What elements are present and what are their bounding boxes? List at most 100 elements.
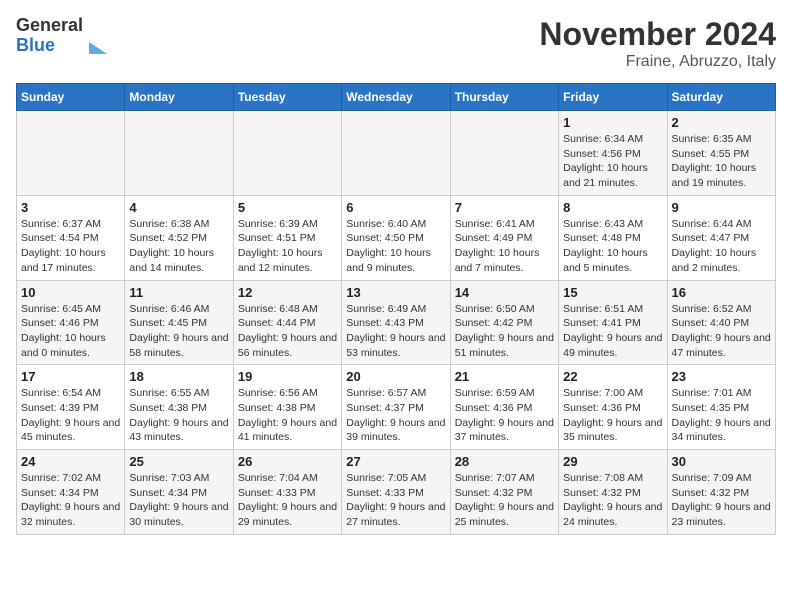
calendar-cell: 10 Sunrise: 6:45 AM Sunset: 4:46 PM Dayli… xyxy=(17,280,125,365)
day-info: Sunrise: 6:50 AM Sunset: 4:42 PM Dayligh… xyxy=(455,302,554,361)
logo-text-block: General Blue xyxy=(16,16,83,56)
day-info: Sunrise: 6:41 AM Sunset: 4:49 PM Dayligh… xyxy=(455,217,554,276)
calendar-cell: 22 Sunrise: 7:00 AM Sunset: 4:36 PM Dayli… xyxy=(559,365,667,450)
day-number: 23 xyxy=(672,369,771,384)
day-number: 8 xyxy=(563,200,662,215)
calendar-cell: 30 Sunrise: 7:09 AM Sunset: 4:32 PM Dayli… xyxy=(667,450,775,535)
page-title: November 2024 xyxy=(539,16,776,53)
logo: General Blue xyxy=(16,16,107,56)
day-number: 6 xyxy=(346,200,445,215)
day-info: Sunrise: 7:08 AM Sunset: 4:32 PM Dayligh… xyxy=(563,471,662,530)
day-info: Sunrise: 6:37 AM Sunset: 4:54 PM Dayligh… xyxy=(21,217,120,276)
calendar-cell: 28 Sunrise: 7:07 AM Sunset: 4:32 PM Dayli… xyxy=(450,450,558,535)
column-header-thursday: Thursday xyxy=(450,84,558,111)
day-number: 9 xyxy=(672,200,771,215)
calendar-header: SundayMondayTuesdayWednesdayThursdayFrid… xyxy=(17,84,776,111)
calendar-cell xyxy=(450,111,558,196)
logo-blue: Blue xyxy=(16,36,83,56)
calendar-week-4: 17 Sunrise: 6:54 AM Sunset: 4:39 PM Dayli… xyxy=(17,365,776,450)
calendar-cell: 3 Sunrise: 6:37 AM Sunset: 4:54 PM Daylig… xyxy=(17,195,125,280)
day-number: 4 xyxy=(129,200,228,215)
day-number: 10 xyxy=(21,285,120,300)
day-info: Sunrise: 6:55 AM Sunset: 4:38 PM Dayligh… xyxy=(129,386,228,445)
column-header-sunday: Sunday xyxy=(17,84,125,111)
day-info: Sunrise: 7:03 AM Sunset: 4:34 PM Dayligh… xyxy=(129,471,228,530)
day-number: 5 xyxy=(238,200,337,215)
day-info: Sunrise: 7:07 AM Sunset: 4:32 PM Dayligh… xyxy=(455,471,554,530)
calendar-cell: 5 Sunrise: 6:39 AM Sunset: 4:51 PM Daylig… xyxy=(233,195,341,280)
day-info: Sunrise: 7:02 AM Sunset: 4:34 PM Dayligh… xyxy=(21,471,120,530)
calendar-cell: 1 Sunrise: 6:34 AM Sunset: 4:56 PM Daylig… xyxy=(559,111,667,196)
calendar-cell: 17 Sunrise: 6:54 AM Sunset: 4:39 PM Dayli… xyxy=(17,365,125,450)
calendar-cell: 21 Sunrise: 6:59 AM Sunset: 4:36 PM Dayli… xyxy=(450,365,558,450)
day-info: Sunrise: 6:39 AM Sunset: 4:51 PM Dayligh… xyxy=(238,217,337,276)
day-number: 17 xyxy=(21,369,120,384)
day-info: Sunrise: 6:40 AM Sunset: 4:50 PM Dayligh… xyxy=(346,217,445,276)
calendar-cell: 15 Sunrise: 6:51 AM Sunset: 4:41 PM Dayli… xyxy=(559,280,667,365)
calendar-week-2: 3 Sunrise: 6:37 AM Sunset: 4:54 PM Daylig… xyxy=(17,195,776,280)
calendar-cell: 12 Sunrise: 6:48 AM Sunset: 4:44 PM Dayli… xyxy=(233,280,341,365)
day-info: Sunrise: 6:54 AM Sunset: 4:39 PM Dayligh… xyxy=(21,386,120,445)
day-info: Sunrise: 6:56 AM Sunset: 4:38 PM Dayligh… xyxy=(238,386,337,445)
day-number: 21 xyxy=(455,369,554,384)
calendar-cell: 20 Sunrise: 6:57 AM Sunset: 4:37 PM Dayli… xyxy=(342,365,450,450)
column-header-saturday: Saturday xyxy=(667,84,775,111)
calendar-week-3: 10 Sunrise: 6:45 AM Sunset: 4:46 PM Dayli… xyxy=(17,280,776,365)
day-number: 3 xyxy=(21,200,120,215)
day-number: 13 xyxy=(346,285,445,300)
day-number: 28 xyxy=(455,454,554,469)
day-number: 22 xyxy=(563,369,662,384)
logo-general: General xyxy=(16,16,83,36)
day-number: 15 xyxy=(563,285,662,300)
calendar-cell xyxy=(17,111,125,196)
calendar-cell: 24Sunrise: 7:02 AM Sunset: 4:34 PM Dayli… xyxy=(17,450,125,535)
calendar-cell: 8 Sunrise: 6:43 AM Sunset: 4:48 PM Daylig… xyxy=(559,195,667,280)
day-number: 29 xyxy=(563,454,662,469)
calendar-cell: 2 Sunrise: 6:35 AM Sunset: 4:55 PM Daylig… xyxy=(667,111,775,196)
day-number: 11 xyxy=(129,285,228,300)
column-header-friday: Friday xyxy=(559,84,667,111)
calendar-cell: 7 Sunrise: 6:41 AM Sunset: 4:49 PM Daylig… xyxy=(450,195,558,280)
day-number: 27 xyxy=(346,454,445,469)
day-number: 20 xyxy=(346,369,445,384)
calendar-cell: 16Sunrise: 6:52 AM Sunset: 4:40 PM Dayli… xyxy=(667,280,775,365)
calendar-week-1: 1 Sunrise: 6:34 AM Sunset: 4:56 PM Daylig… xyxy=(17,111,776,196)
day-number: 30 xyxy=(672,454,771,469)
column-header-tuesday: Tuesday xyxy=(233,84,341,111)
column-header-monday: Monday xyxy=(125,84,233,111)
calendar-cell: 11Sunrise: 6:46 AM Sunset: 4:45 PM Dayli… xyxy=(125,280,233,365)
day-info: Sunrise: 6:45 AM Sunset: 4:46 PM Dayligh… xyxy=(21,302,120,361)
day-info: Sunrise: 6:57 AM Sunset: 4:37 PM Dayligh… xyxy=(346,386,445,445)
calendar-cell: 13Sunrise: 6:49 AM Sunset: 4:43 PM Dayli… xyxy=(342,280,450,365)
day-number: 19 xyxy=(238,369,337,384)
day-number: 2 xyxy=(672,115,771,130)
day-info: Sunrise: 6:35 AM Sunset: 4:55 PM Dayligh… xyxy=(672,132,771,191)
calendar-cell: 27 Sunrise: 7:05 AM Sunset: 4:33 PM Dayli… xyxy=(342,450,450,535)
day-info: Sunrise: 6:48 AM Sunset: 4:44 PM Dayligh… xyxy=(238,302,337,361)
day-info: Sunrise: 6:44 AM Sunset: 4:47 PM Dayligh… xyxy=(672,217,771,276)
logo-arrow-icon xyxy=(89,42,107,54)
day-info: Sunrise: 7:00 AM Sunset: 4:36 PM Dayligh… xyxy=(563,386,662,445)
day-number: 12 xyxy=(238,285,337,300)
calendar-cell: 4 Sunrise: 6:38 AM Sunset: 4:52 PM Daylig… xyxy=(125,195,233,280)
day-number: 26 xyxy=(238,454,337,469)
day-info: Sunrise: 7:01 AM Sunset: 4:35 PM Dayligh… xyxy=(672,386,771,445)
day-info: Sunrise: 7:05 AM Sunset: 4:33 PM Dayligh… xyxy=(346,471,445,530)
calendar-cell xyxy=(125,111,233,196)
calendar-cell: 29 Sunrise: 7:08 AM Sunset: 4:32 PM Dayli… xyxy=(559,450,667,535)
title-block: November 2024 Fraine, Abruzzo, Italy xyxy=(539,16,776,71)
calendar-cell: 19 Sunrise: 6:56 AM Sunset: 4:38 PM Dayli… xyxy=(233,365,341,450)
day-info: Sunrise: 7:09 AM Sunset: 4:32 PM Dayligh… xyxy=(672,471,771,530)
page-subtitle: Fraine, Abruzzo, Italy xyxy=(539,53,776,71)
calendar-cell: 26Sunrise: 7:04 AM Sunset: 4:33 PM Dayli… xyxy=(233,450,341,535)
day-info: Sunrise: 6:51 AM Sunset: 4:41 PM Dayligh… xyxy=(563,302,662,361)
day-number: 16 xyxy=(672,285,771,300)
day-info: Sunrise: 6:38 AM Sunset: 4:52 PM Dayligh… xyxy=(129,217,228,276)
day-info: Sunrise: 6:34 AM Sunset: 4:56 PM Dayligh… xyxy=(563,132,662,191)
day-info: Sunrise: 6:43 AM Sunset: 4:48 PM Dayligh… xyxy=(563,217,662,276)
day-number: 1 xyxy=(563,115,662,130)
day-number: 18 xyxy=(129,369,228,384)
day-info: Sunrise: 6:59 AM Sunset: 4:36 PM Dayligh… xyxy=(455,386,554,445)
column-header-wednesday: Wednesday xyxy=(342,84,450,111)
day-number: 7 xyxy=(455,200,554,215)
